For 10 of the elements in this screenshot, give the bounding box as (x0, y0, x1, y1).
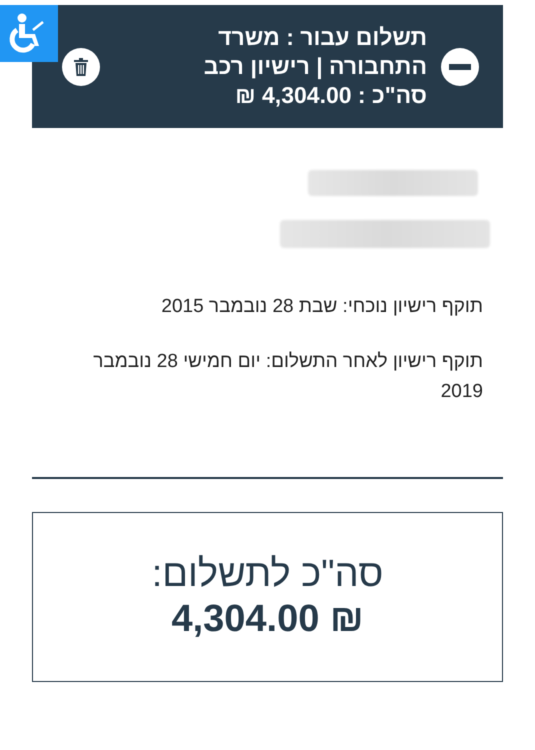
license-validity-text: תוקף רישיון נוכחי: שבת 28 נובמבר 2015 (160, 295, 483, 319)
trash-icon (74, 58, 88, 76)
delete-button[interactable] (62, 48, 100, 86)
payment-title: תשלום עבור : משרד התחבורה | רישיון רכב (202, 23, 427, 81)
remove-button[interactable] (441, 48, 479, 86)
minus-icon (449, 64, 471, 70)
payment-total: סה"כ : 4,304.00 ₪ (235, 81, 427, 110)
total-label: סה"כ לתשלום: (152, 552, 384, 596)
license-validity-text: תוקף רישיון לאחר התשלום: יום חמישי 28 נובמבר 2019 (92, 350, 483, 404)
total-amount: ₪ 4,304.00 (171, 597, 364, 642)
